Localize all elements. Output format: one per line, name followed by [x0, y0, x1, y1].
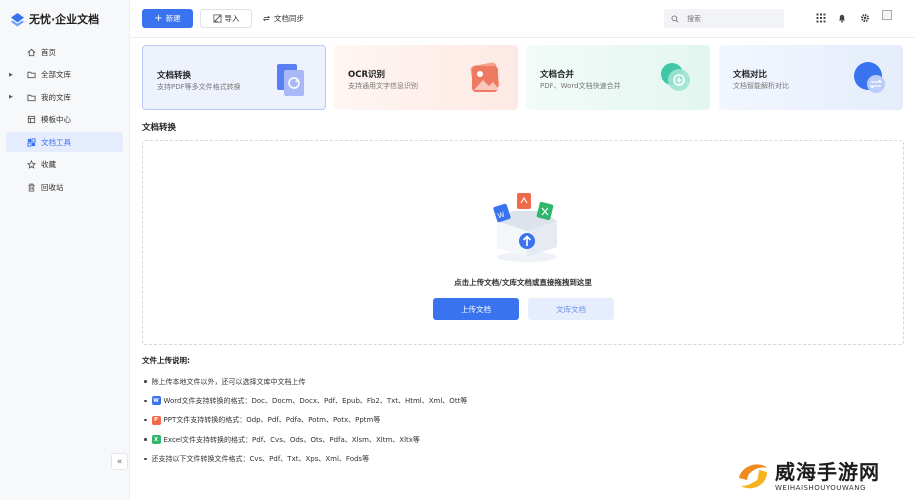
note-text: 还支持以下文件转换文件格式：Cvs、Pdf、Txt、Xps、Xml、Fods等 [151, 454, 370, 463]
library-document-button[interactable]: 文库文档 [528, 298, 614, 320]
note-text: Word文件支持转换的格式：Doc、Docm、Docx、Pdf、Epub、Fb2… [163, 396, 468, 405]
doc-convert-icon [277, 64, 304, 96]
list-item: 还支持以下文件转换文件格式：Cvs、Pdf、Txt、Xps、Xml、Fods等 [142, 449, 467, 468]
sidebar-item-templates[interactable]: 模板中心 [6, 110, 123, 130]
watermark-logo-icon [739, 463, 767, 488]
ocr-image-icon [470, 62, 500, 92]
folder-icon [26, 70, 36, 80]
bullet-icon [144, 438, 147, 441]
tool-card-desc: PDF、Word文档快速合并 [540, 82, 621, 90]
drop-hint-text: 点击上传文档/文库文档或直接拖拽到这里 [454, 278, 592, 287]
list-item: 除上传本地文件以外，还可以选择文库中文档上传 [142, 372, 467, 391]
home-icon [26, 47, 36, 57]
sidebar-item-label: 全部文库 [41, 70, 71, 80]
settings-button[interactable] [859, 12, 871, 24]
doc-sync-label: 文档同步 [274, 14, 304, 23]
import-button-label: 导入 [224, 14, 240, 23]
watermark-subtitle: WEIHAISHOUYOUWANG [775, 483, 866, 492]
sidebar-item-all-library[interactable]: ▶ 全部文库 [6, 65, 123, 85]
tools-icon [26, 137, 36, 147]
sync-icon [262, 15, 271, 22]
tool-card-title: 文档转换 [157, 71, 192, 81]
bullet-icon [144, 399, 147, 403]
tool-card-title: 文档合并 [540, 70, 575, 80]
doc-sync-button[interactable]: 文档同步 [262, 9, 304, 28]
upload-box-icon: W [493, 193, 557, 262]
upload-dropzone[interactable]: W 点击上传文档/文库文档或直接拖拽到这里 上传文档 文库文档 [142, 140, 904, 345]
sidebar-item-label: 我的文库 [41, 92, 71, 102]
search-box[interactable] [664, 9, 784, 28]
sidebar-item-trash[interactable]: 回收站 [6, 178, 123, 198]
new-button[interactable]: + 新建 [142, 9, 193, 28]
upload-document-button[interactable]: 上传文档 [433, 298, 519, 320]
import-icon [213, 14, 221, 23]
excel-file-icon: X [151, 435, 161, 445]
template-icon [26, 115, 36, 125]
notifications-button[interactable] [836, 12, 848, 24]
app-logo[interactable]: 无忧·企业文档 [10, 11, 99, 27]
sidebar-item-doc-tools[interactable]: 文档工具 [6, 132, 123, 153]
sidebar-item-label: 首页 [41, 47, 56, 57]
sidebar: 无忧·企业文档 首页 ▶ 全部文库 ▶ 我的文库 模板中心 文档工具 收藏 回收… [0, 0, 130, 500]
sidebar-item-label: 收藏 [41, 160, 56, 170]
caret-right-icon[interactable]: ▶ [9, 94, 13, 100]
tool-card-title: OCR识别 [348, 70, 386, 80]
grid-icon [816, 13, 826, 23]
app-title: 无忧·企业文档 [29, 13, 100, 26]
tool-card-desc: 文档智能解析对比 [733, 82, 789, 90]
tool-card-desc: 支持PDF等多文件格式转换 [157, 83, 241, 91]
tool-card-title: 文档对比 [733, 70, 768, 80]
bullet-icon [144, 457, 147, 461]
tool-card-doc-convert[interactable]: 文档转换 支持PDF等多文件格式转换 [142, 45, 326, 110]
logo-icon [10, 12, 25, 27]
section-title: 文档转换 [142, 123, 177, 133]
sidebar-item-label: 模板中心 [41, 115, 71, 125]
tool-card-doc-merge[interactable]: 文档合并 PDF、Word文档快速合并 [526, 45, 710, 110]
avatar[interactable] [882, 10, 892, 20]
note-text: 除上传本地文件以外，还可以选择文库中文档上传 [151, 377, 306, 386]
list-item: P PPT文件支持转换的格式：Odp、Pdf、Pdfa、Potm、Potx、Pp… [142, 411, 467, 430]
list-item: X Excel文件支持转换的格式：Pdf、Cvs、Ods、Ots、Pdfa、Xl… [142, 430, 467, 449]
search-input[interactable] [687, 14, 777, 23]
watermark-title: 威海手游网 [775, 459, 880, 484]
new-button-label: 新建 [165, 14, 181, 23]
plus-icon: + [154, 12, 163, 24]
apps-grid-button[interactable] [815, 12, 827, 24]
upload-notes-list: 除上传本地文件以外，还可以选择文库中文档上传 W Word文件支持转换的格式：D… [142, 372, 467, 468]
note-text: PPT文件支持转换的格式：Odp、Pdf、Pdfa、Potm、Potx、Pptm… [163, 416, 381, 425]
double-chevron-left-icon: « [116, 456, 123, 467]
word-file-icon: W [151, 396, 161, 406]
sidebar-item-my-library[interactable]: ▶ 我的文库 [6, 87, 123, 107]
sidebar-item-label: 文档工具 [41, 137, 71, 147]
bullet-icon [144, 418, 147, 422]
import-button[interactable]: 导入 [200, 9, 252, 28]
sidebar-collapse-button[interactable]: « [111, 453, 128, 470]
search-icon [671, 15, 679, 23]
bell-icon [839, 14, 845, 23]
trash-icon [26, 183, 36, 193]
doc-compare-icon [854, 62, 885, 93]
sidebar-item-home[interactable]: 首页 [6, 42, 123, 62]
sidebar-item-favorites[interactable]: 收藏 [6, 155, 123, 175]
upload-notes-title: 文件上传说明: [142, 356, 190, 365]
tool-card-ocr[interactable]: OCR识别 支持通用文字信息识别 [334, 45, 518, 110]
tool-card-doc-compare[interactable]: 文档对比 文档智能解析对比 [719, 45, 903, 110]
bullet-icon [144, 380, 147, 383]
doc-merge-icon [661, 63, 690, 91]
gear-icon [861, 14, 869, 22]
sidebar-nav: 首页 ▶ 全部文库 ▶ 我的文库 模板中心 文档工具 收藏 回收站 [6, 42, 123, 200]
caret-right-icon[interactable]: ▶ [9, 72, 13, 78]
star-icon [26, 160, 36, 170]
list-item: W Word文件支持转换的格式：Doc、Docm、Docx、Pdf、Epub、F… [142, 391, 467, 410]
sidebar-item-label: 回收站 [41, 183, 64, 193]
site-watermark: 威海手游网 WEIHAISHOUYOUWANG [735, 453, 910, 498]
folder-icon [26, 92, 36, 102]
note-text: Excel文件支持转换的格式：Pdf、Cvs、Ods、Ots、Pdfa、Xlsm… [163, 435, 420, 444]
top-toolbar: + 新建 导入 文档同步 [130, 0, 915, 38]
ppt-file-icon: P [151, 415, 161, 425]
tool-card-desc: 支持通用文字信息识别 [348, 82, 418, 90]
